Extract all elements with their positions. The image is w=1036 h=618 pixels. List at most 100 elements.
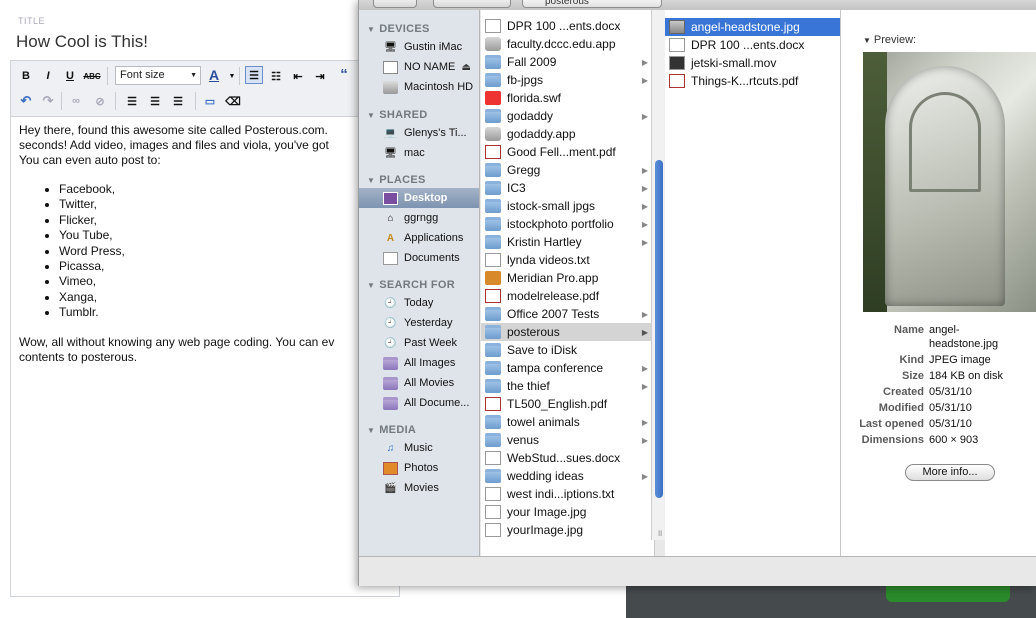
document-icon: [485, 487, 501, 501]
back-forward-buttons[interactable]: [373, 0, 417, 8]
file-row[interactable]: yourImage.jpg: [481, 521, 654, 539]
file-row[interactable]: istock-small jpgs ▶: [481, 197, 654, 215]
file-row[interactable]: jetski-small.mov: [665, 54, 840, 72]
sidebar-item-movies[interactable]: 🎬 Movies: [359, 478, 479, 498]
file-row[interactable]: DPR 100 ...ents.docx: [481, 17, 654, 35]
file-row[interactable]: godaddy ▶: [481, 107, 654, 125]
view-mode-buttons[interactable]: [433, 0, 511, 8]
file-row[interactable]: tampa conference ▶: [481, 359, 654, 377]
sidebar-item-past-week[interactable]: 🕘 Past Week: [359, 333, 479, 353]
italic-button[interactable]: I: [39, 67, 57, 85]
align-left-icon[interactable]: ☰: [123, 92, 141, 110]
redo-icon[interactable]: ↷: [39, 92, 57, 110]
sidebar-item-gustin-imac[interactable]: 🖥 Gustin iMac: [359, 37, 479, 57]
file-row[interactable]: WebStud...sues.docx: [481, 449, 654, 467]
file-row[interactable]: DPR 100 ...ents.docx: [665, 36, 840, 54]
file-row[interactable]: the thief ▶: [481, 377, 654, 395]
file-open-dialog: posterous ▼ DEVICES 🖥 Gustin iMac NO NAME ⏏…: [358, 0, 1036, 586]
file-row[interactable]: IC3 ▶: [481, 179, 654, 197]
bold-button[interactable]: B: [17, 67, 35, 85]
publish-button[interactable]: [886, 586, 1010, 602]
file-row[interactable]: lynda videos.txt: [481, 251, 654, 269]
file-row[interactable]: angel-headstone.jpg: [665, 18, 840, 36]
sidebar-item-all-images[interactable]: All Images: [359, 353, 479, 373]
indent-icon[interactable]: ⇥: [311, 67, 329, 85]
unlink-icon[interactable]: ⊘: [91, 92, 109, 110]
shared-header[interactable]: ▼ SHARED: [367, 109, 427, 121]
last-opened-value: 05/31/10: [929, 418, 972, 430]
sidebar-item-music[interactable]: ♫ Music: [359, 438, 479, 458]
disclosure-arrow-icon: ▶: [641, 183, 648, 193]
more-info-button[interactable]: More info...: [905, 464, 995, 481]
home-icon: ⌂: [387, 212, 394, 224]
strikethrough-button[interactable]: ABC: [83, 67, 101, 85]
undo-icon[interactable]: ↶: [17, 92, 35, 110]
sidebar-item-desktop[interactable]: Desktop: [359, 188, 479, 208]
toolbar-divider: [115, 92, 116, 110]
align-center-icon[interactable]: ☰: [146, 92, 164, 110]
post-body[interactable]: Hey there, found this awesome site calle…: [10, 117, 400, 597]
file-row[interactable]: Office 2007 Tests ▶: [481, 305, 654, 323]
sidebar-item-photos[interactable]: Photos: [359, 458, 479, 478]
file-row[interactable]: istockphoto portfolio ▶: [481, 215, 654, 233]
file-row[interactable]: Fall 2009 ▶: [481, 53, 654, 71]
link-icon[interactable]: ∞: [67, 92, 85, 110]
file-row[interactable]: Good Fell...ment.pdf: [481, 143, 654, 161]
column-scrollbar[interactable]: [651, 10, 665, 540]
eraser-icon[interactable]: ⌫: [224, 92, 242, 110]
sidebar-item-ggrngg[interactable]: ⌂ ggrngg: [359, 208, 479, 228]
file-row[interactable]: Meridian Pro.app: [481, 269, 654, 287]
eject-icon[interactable]: ⏏: [462, 62, 471, 73]
file-row[interactable]: posterous ▶: [481, 323, 654, 341]
file-row[interactable]: TL500_English.pdf: [481, 395, 654, 413]
dialog-toolbar: posterous: [359, 0, 1036, 10]
file-row[interactable]: your Image.jpg: [481, 503, 654, 521]
scrollbar-thumb[interactable]: [655, 160, 663, 498]
file-row[interactable]: fb-jpgs ▶: [481, 71, 654, 89]
places-header[interactable]: ▼ PLACES: [367, 174, 426, 186]
file-row[interactable]: venus ▶: [481, 431, 654, 449]
numbered-list-icon[interactable]: ☷: [267, 67, 285, 85]
outdent-icon[interactable]: ⇤: [289, 67, 307, 85]
align-right-icon[interactable]: ☰: [169, 92, 187, 110]
column-resize-handle[interactable]: ॥: [657, 526, 662, 539]
pdf-icon: [485, 145, 501, 159]
file-row[interactable]: west indi...iptions.txt: [481, 485, 654, 503]
file-row[interactable]: Kristin Hartley ▶: [481, 233, 654, 251]
file-row[interactable]: Things-K...rtcuts.pdf: [665, 72, 840, 90]
sidebar-item-macintosh-hd[interactable]: Macintosh HD: [359, 77, 479, 97]
path-popup[interactable]: posterous: [522, 0, 662, 8]
file-row[interactable]: Save to iDisk: [481, 341, 654, 359]
file-row[interactable]: Gregg ▶: [481, 161, 654, 179]
services-list: Facebook, Twitter, Flicker, You Tube, Wo…: [59, 182, 391, 321]
movies-icon: 🎬: [384, 482, 397, 494]
sidebar-item-glenys[interactable]: 💻 Glenys's Ti...: [359, 123, 479, 143]
devices-header[interactable]: ▼ DEVICES: [367, 23, 430, 35]
sidebar-item-applications[interactable]: A Applications: [359, 228, 479, 248]
sidebar-item-yesterday[interactable]: 🕘 Yesterday: [359, 313, 479, 333]
sidebar-item-documents[interactable]: Documents: [359, 248, 479, 268]
file-row[interactable]: wedding ideas ▶: [481, 467, 654, 485]
file-row[interactable]: towel animals ▶: [481, 413, 654, 431]
bullet-list-icon[interactable]: ☰: [245, 66, 263, 84]
sidebar-item-all-documents[interactable]: All Docume...: [359, 393, 479, 413]
file-row[interactable]: faculty.dccc.edu.app: [481, 35, 654, 53]
font-size-select[interactable]: Font size ▼: [115, 66, 201, 85]
file-row[interactable]: modelrelease.pdf: [481, 287, 654, 305]
drive-icon: [383, 60, 398, 74]
blockquote-button[interactable]: “: [335, 65, 353, 83]
disclosure-arrow-icon: ▶: [641, 237, 648, 247]
file-row[interactable]: godaddy.app: [481, 125, 654, 143]
file-row[interactable]: florida.swf: [481, 89, 654, 107]
sidebar-item-today[interactable]: 🕘 Today: [359, 293, 479, 313]
underline-button[interactable]: U: [61, 67, 79, 85]
network-computer-icon: 🖥: [384, 147, 397, 159]
search-for-header[interactable]: ▼ SEARCH FOR: [367, 279, 455, 291]
media-header[interactable]: ▼ MEDIA: [367, 424, 416, 436]
html-icon[interactable]: ▭: [201, 92, 219, 110]
sidebar-item-no-name[interactable]: NO NAME ⏏: [359, 57, 479, 77]
font-color-button[interactable]: A: [205, 66, 223, 84]
sidebar-item-all-movies[interactable]: All Movies: [359, 373, 479, 393]
sidebar-item-mac[interactable]: 🖥 mac: [359, 143, 479, 163]
title-input[interactable]: How Cool is This!: [10, 28, 400, 58]
